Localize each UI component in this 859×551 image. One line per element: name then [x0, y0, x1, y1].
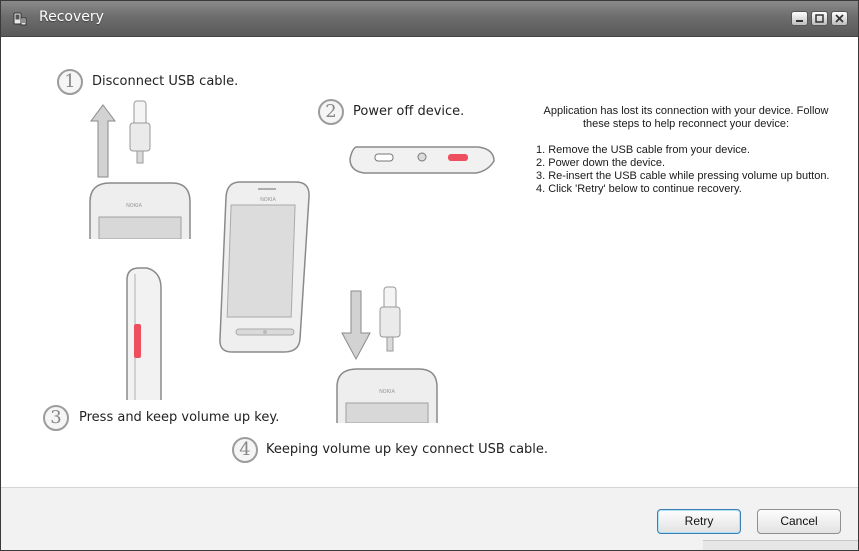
volume-key-illustration [126, 267, 162, 400]
recovery-window: Recovery 1 Disconnect USB cable. 2 Power… [0, 0, 859, 551]
step-4-number: 4 [232, 437, 258, 463]
nokia-logo-2: NOKIA [260, 197, 276, 203]
close-button[interactable] [831, 11, 848, 26]
title-bar[interactable]: Recovery [1, 1, 858, 37]
disconnect-usb-illustration: NOKIA [89, 100, 191, 239]
nokia-logo-1: NOKIA [126, 203, 142, 209]
step-3-number: 3 [43, 405, 69, 431]
instructions-list: 1. Remove the USB cable from your device… [536, 144, 836, 196]
maximize-icon [815, 14, 824, 23]
minimize-button[interactable] [791, 11, 808, 26]
step-2-number: 2 [318, 99, 344, 125]
step-1-number: 1 [57, 69, 83, 95]
connect-usb-illustration: NOKIA [336, 286, 438, 423]
step-2-label: Power off device. [353, 104, 465, 119]
recovery-content: 1 Disconnect USB cable. 2 Power off devi… [1, 37, 858, 487]
retry-button[interactable]: Retry [657, 509, 741, 534]
step-4-label: Keeping volume up key connect USB cable. [266, 442, 549, 457]
resize-grip[interactable] [703, 540, 858, 550]
phone-front-illustration: NOKIA [219, 181, 310, 353]
instructions-panel: Application has lost its connection with… [536, 105, 836, 196]
instruction-item: 3. Re-insert the USB cable while pressin… [536, 170, 830, 182]
window-title: Recovery [39, 9, 104, 25]
instruction-item: 1. Remove the USB cable from your device… [536, 144, 750, 156]
instruction-item: 4. Click 'Retry' below to continue recov… [536, 183, 742, 195]
close-icon [835, 14, 844, 23]
instruction-item: 2. Power down the device. [536, 157, 666, 169]
instructions-intro: Application has lost its connection with… [543, 105, 829, 130]
button-bar: Retry Cancel [1, 487, 858, 550]
step-3-label: Press and keep volume up key. [79, 410, 280, 425]
device-app-icon [12, 11, 28, 27]
power-off-illustration [349, 146, 495, 174]
maximize-button[interactable] [811, 11, 828, 26]
step-1-label: Disconnect USB cable. [92, 74, 239, 89]
cancel-button[interactable]: Cancel [757, 509, 841, 534]
minimize-icon [796, 20, 803, 22]
nokia-logo-3: NOKIA [379, 389, 395, 395]
